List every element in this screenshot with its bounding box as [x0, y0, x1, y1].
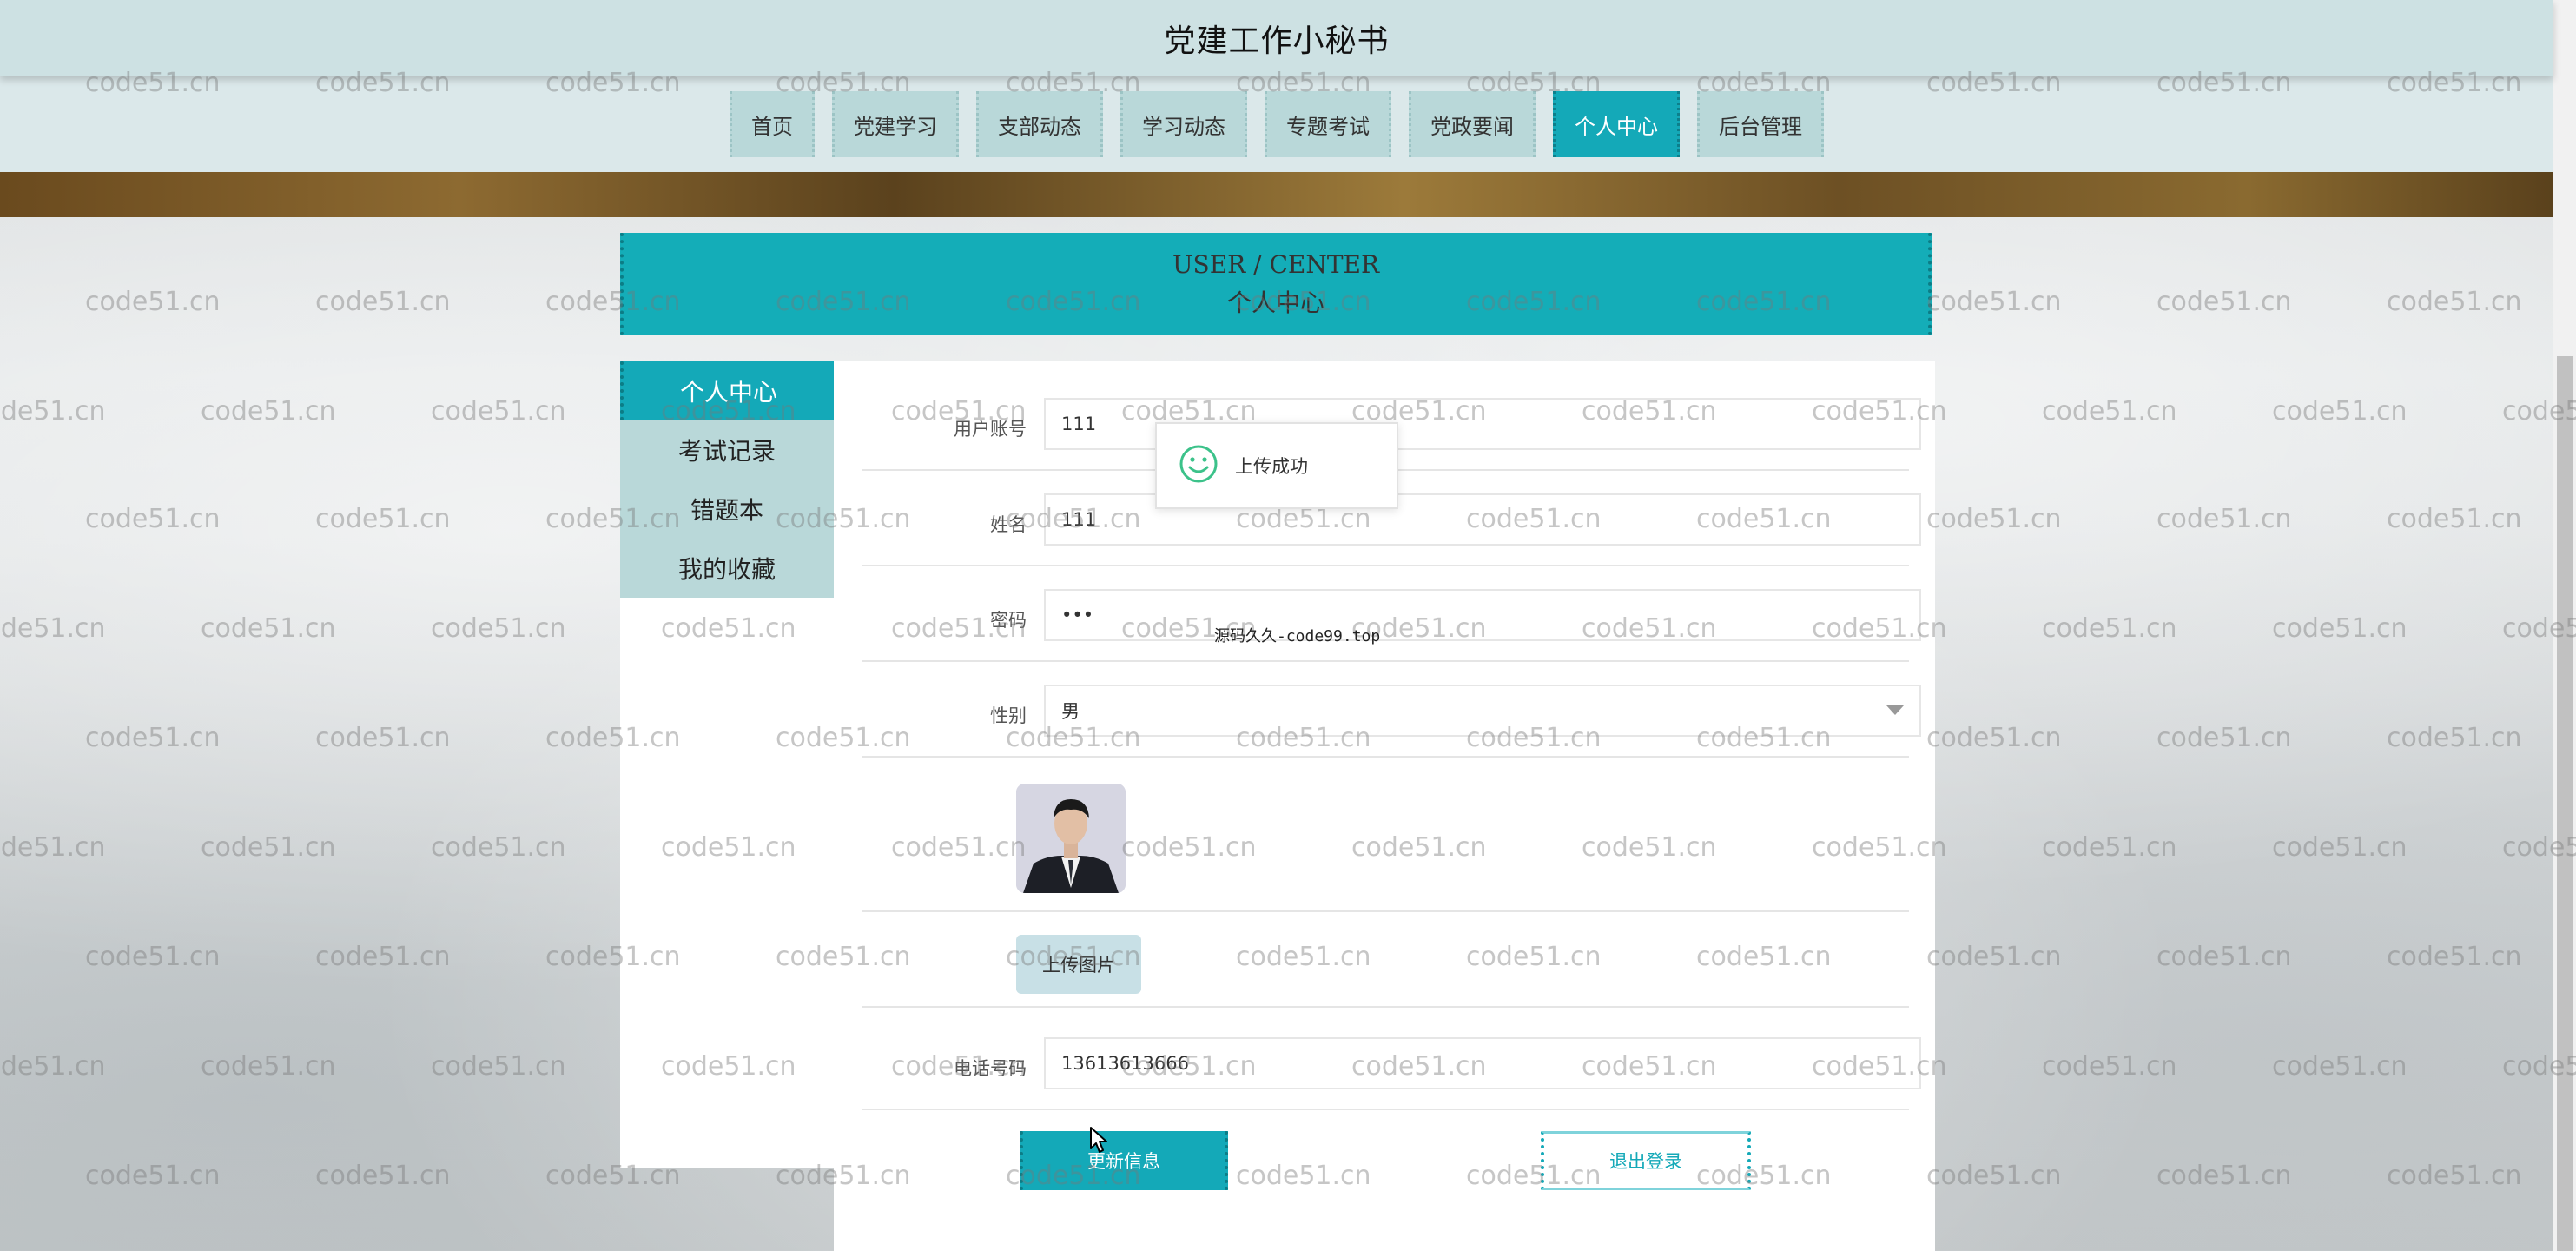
banner-image: [0, 172, 2553, 217]
phone-input[interactable]: 13613613666: [1044, 1037, 1921, 1089]
scrollbar-thumb[interactable]: [2557, 356, 2573, 1251]
password-input[interactable]: •••: [1044, 589, 1921, 641]
upload-image-button[interactable]: 上传图片: [1016, 935, 1141, 994]
vertical-scrollbar[interactable]: [2553, 0, 2576, 1251]
toast-message: 上传成功: [1235, 456, 1308, 477]
sidebar-item-personal-center[interactable]: 个人中心: [620, 361, 834, 420]
mouse-cursor-icon: [1090, 1127, 1107, 1153]
source-watermark: 源码久久-code99.top: [1214, 627, 1381, 645]
nav-item-branch-news[interactable]: 支部动态: [976, 91, 1103, 157]
site-header: 党建工作小秘书: [0, 0, 2553, 76]
divider: [862, 1006, 1909, 1008]
section-title-en: USER / CENTER: [1172, 250, 1380, 279]
nav-item-admin[interactable]: 后台管理: [1697, 91, 1824, 157]
gender-label: 性别: [990, 705, 1027, 726]
section-title-zh: 个人中心: [1226, 288, 1324, 317]
sidebar-item-favorites[interactable]: 我的收藏: [620, 539, 834, 598]
main-nav: 首页 党建学习 支部动态 学习动态 专题考试 党政要闻 个人中心 后台管理: [0, 76, 2553, 172]
gender-select-value: 男: [1061, 701, 1080, 722]
nav-item-home[interactable]: 首页: [730, 91, 815, 157]
nav-item-politics-news[interactable]: 党政要闻: [1409, 91, 1536, 157]
upload-success-toast: 上传成功: [1155, 422, 1398, 509]
update-info-button[interactable]: 更新信息: [1020, 1131, 1228, 1190]
form-row-password: 密码 •••: [862, 589, 1921, 662]
form-row-phone: 电话号码 13613613666: [862, 1037, 1921, 1110]
phone-label: 电话号码: [954, 1058, 1027, 1079]
gender-select[interactable]: 男: [1044, 685, 1921, 737]
nav-item-party-study[interactable]: 党建学习: [832, 91, 959, 157]
avatar: [1016, 784, 1126, 893]
nav-item-topic-exam[interactable]: 专题考试: [1265, 91, 1391, 157]
sidebar-item-wrong-questions[interactable]: 错题本: [620, 480, 834, 539]
name-label: 姓名: [990, 514, 1027, 535]
sidebar-item-exam-records[interactable]: 考试记录: [620, 420, 834, 480]
section-header: USER / CENTER 个人中心: [620, 233, 1932, 335]
divider: [862, 910, 1909, 912]
form-row-gender: 性别 男: [862, 685, 1921, 758]
smile-icon: [1178, 443, 1219, 488]
sidebar: 个人中心 考试记录 错题本 我的收藏: [620, 361, 834, 1168]
account-label: 用户账号: [954, 419, 1027, 440]
nav-item-study-news[interactable]: 学习动态: [1120, 91, 1247, 157]
password-label: 密码: [990, 610, 1027, 631]
site-title: 党建工作小秘书: [1164, 23, 1390, 59]
nav-item-personal-center[interactable]: 个人中心: [1553, 91, 1680, 157]
chevron-down-icon: [1886, 705, 1904, 715]
logout-button[interactable]: 退出登录: [1541, 1131, 1751, 1190]
